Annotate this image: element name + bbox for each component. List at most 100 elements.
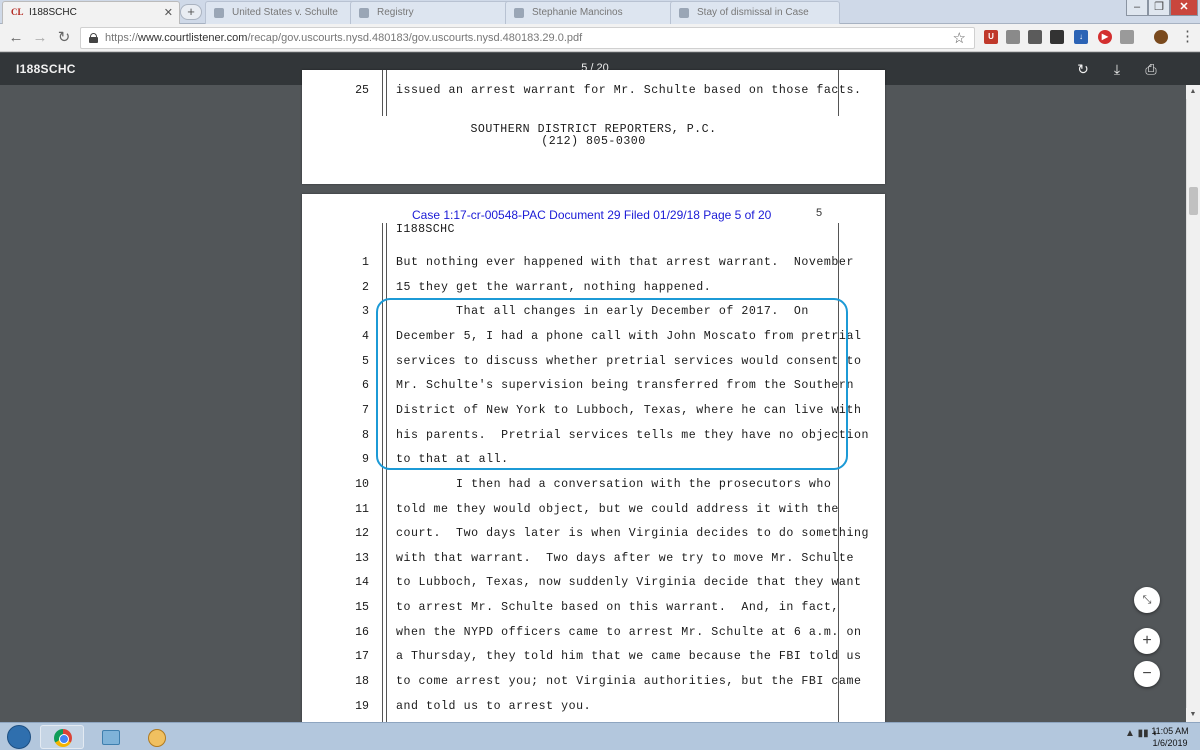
tab-close-icon[interactable]: ✕	[164, 6, 173, 19]
transcript-line: to Lubboch, Texas, now suddenly Virginia…	[396, 576, 862, 590]
page-header-code: I188SCHC	[396, 223, 455, 236]
tab-favicon-icon	[679, 8, 689, 18]
extension-icon[interactable]: ↓	[1074, 30, 1088, 44]
tab-title: Stephanie Mancinos	[532, 7, 623, 18]
margin-rule	[382, 70, 383, 116]
transcript-line: court. Two days later is when Virginia d…	[396, 527, 869, 541]
extension-icon[interactable]	[1006, 30, 1020, 44]
back-arrow-icon[interactable]: ←	[6, 28, 26, 48]
reporter-phone: (212) 805-0300	[541, 135, 646, 148]
transcript-line: when the NYPD officers came to arrest Mr…	[396, 625, 862, 639]
transcript-line: and told us to arrest you.	[396, 699, 592, 713]
url-text[interactable]: https://www.courtlistener.com/recap/gov.…	[105, 32, 582, 44]
bookmark-star-icon[interactable]: ☆	[953, 29, 966, 47]
transcript-line: 15 they get the warrant, nothing happene…	[396, 280, 712, 294]
fit-page-icon[interactable]: ⤡	[1134, 587, 1160, 613]
tab-strip: CL I188SCHC ✕ + United States v. Schulte…	[0, 0, 1200, 24]
paint-palette-icon	[148, 729, 166, 747]
address-bar[interactable]: https://www.courtlistener.com/recap/gov.…	[80, 27, 975, 49]
tab-favicon-icon	[514, 8, 524, 18]
tab-favicon-icon	[359, 8, 369, 18]
transcript-line: to arrest Mr. Schulte based on this warr…	[396, 601, 839, 615]
pdf-page-previous: 25 issued an arrest warrant for Mr. Schu…	[302, 70, 885, 184]
lock-icon	[89, 33, 98, 43]
start-button[interactable]	[4, 725, 34, 749]
line-number: 11	[355, 502, 369, 516]
page-number: 5	[816, 207, 823, 219]
scroll-up-arrow-icon[interactable]: ▲	[1186, 85, 1200, 99]
tab-favicon-icon	[214, 8, 224, 18]
extension-icon[interactable]: ▶	[1098, 30, 1112, 44]
tab-title: I188SCHC	[29, 7, 77, 18]
profile-avatar-icon[interactable]	[1154, 30, 1168, 44]
rotate-icon[interactable]: ↻	[1073, 59, 1093, 79]
line-number: 18	[355, 675, 369, 689]
line-number: 2	[362, 280, 369, 294]
transcript-line: with that warrant. Two days after we try…	[396, 551, 854, 565]
transcript-line: issued an arrest warrant for Mr. Schulte…	[396, 84, 862, 97]
folder-icon	[102, 730, 120, 745]
browser-menu-icon[interactable]: ⋮	[1180, 29, 1195, 47]
scrollbar-thumb[interactable]	[1189, 187, 1198, 215]
taskbar-explorer-button[interactable]	[88, 725, 132, 749]
line-number: 5	[362, 354, 369, 368]
line-number: 19	[355, 699, 369, 713]
line-number: 7	[362, 403, 369, 417]
tab-background-3[interactable]: Stephanie Mancinos	[505, 1, 675, 24]
extension-icon[interactable]	[1028, 30, 1042, 44]
pdf-title: I188SCHC	[16, 62, 76, 76]
tab-title: United States v. Schulte	[232, 7, 338, 18]
line-number: 10	[355, 477, 369, 491]
windows-logo-icon	[7, 725, 31, 749]
extension-icon[interactable]	[1120, 30, 1134, 44]
window-close-button[interactable]: ✕	[1170, 0, 1198, 16]
print-icon[interactable]: ⎙	[1141, 59, 1161, 79]
taskbar-paint-button[interactable]	[134, 725, 178, 749]
tab-active[interactable]: CL I188SCHC ✕	[2, 1, 180, 24]
line-number: 8	[362, 428, 369, 442]
tab-title: Registry	[377, 7, 414, 18]
line-number: 4	[362, 329, 369, 343]
taskbar-clock[interactable]: 11:05 AM 1/6/2019	[1146, 725, 1194, 749]
line-number: 13	[355, 551, 369, 565]
vertical-scrollbar[interactable]	[1186, 85, 1200, 722]
browser-toolbar: ← → ↻ https://www.courtlistener.com/reca…	[0, 24, 1200, 52]
line-number: 3	[362, 305, 369, 319]
window-minimize-button[interactable]: –	[1126, 0, 1148, 16]
line-number: 14	[355, 576, 369, 590]
zoom-out-button[interactable]: −	[1134, 661, 1160, 687]
reload-icon[interactable]: ↻	[54, 28, 74, 48]
new-tab-button[interactable]: +	[180, 4, 202, 20]
zoom-in-button[interactable]: +	[1134, 628, 1160, 654]
line-number: 25	[355, 84, 369, 97]
tab-background-4[interactable]: Stay of dismissal in Case	[670, 1, 840, 24]
extension-icon[interactable]	[1050, 30, 1064, 44]
window-restore-button[interactable]: ❐	[1148, 0, 1170, 16]
line-number: 17	[355, 650, 369, 664]
scroll-down-arrow-icon[interactable]: ▼	[1186, 708, 1200, 722]
tab-background-2[interactable]: Registry	[350, 1, 510, 24]
transcript-line: I then had a conversation with the prose…	[396, 477, 832, 491]
transcript-line: told me they would object, but we could …	[396, 502, 839, 516]
line-number: 12	[355, 527, 369, 541]
margin-rule	[386, 70, 387, 116]
line-number: 16	[355, 625, 369, 639]
transcript-line: But nothing ever happened with that arre…	[396, 256, 854, 269]
line-number: 15	[355, 601, 369, 615]
tab-title: Stay of dismissal in Case	[697, 7, 809, 18]
extension-icon[interactable]: U	[984, 30, 998, 44]
taskbar-chrome-button[interactable]	[40, 725, 84, 749]
line-number: 1	[362, 256, 369, 269]
highlight-annotation	[376, 298, 848, 470]
forward-arrow-icon[interactable]: →	[30, 28, 50, 48]
courtlistener-favicon-icon: CL	[11, 7, 24, 17]
case-header-stamp: Case 1:17-cr-00548-PAC Document 29 Filed…	[412, 208, 772, 222]
transcript-line: a Thursday, they told him that we came b…	[396, 650, 862, 664]
tab-background-1[interactable]: United States v. Schulte	[205, 1, 355, 24]
line-number: 9	[362, 453, 369, 467]
windows-taskbar: ▲ ▮▮ ◖ 11:05 AM 1/6/2019	[0, 722, 1200, 750]
line-number: 6	[362, 379, 369, 393]
transcript-line: to come arrest you; not Virginia authori…	[396, 675, 862, 689]
download-icon[interactable]: ⤓	[1107, 59, 1127, 79]
clock-time: 11:05 AM	[1151, 726, 1189, 736]
